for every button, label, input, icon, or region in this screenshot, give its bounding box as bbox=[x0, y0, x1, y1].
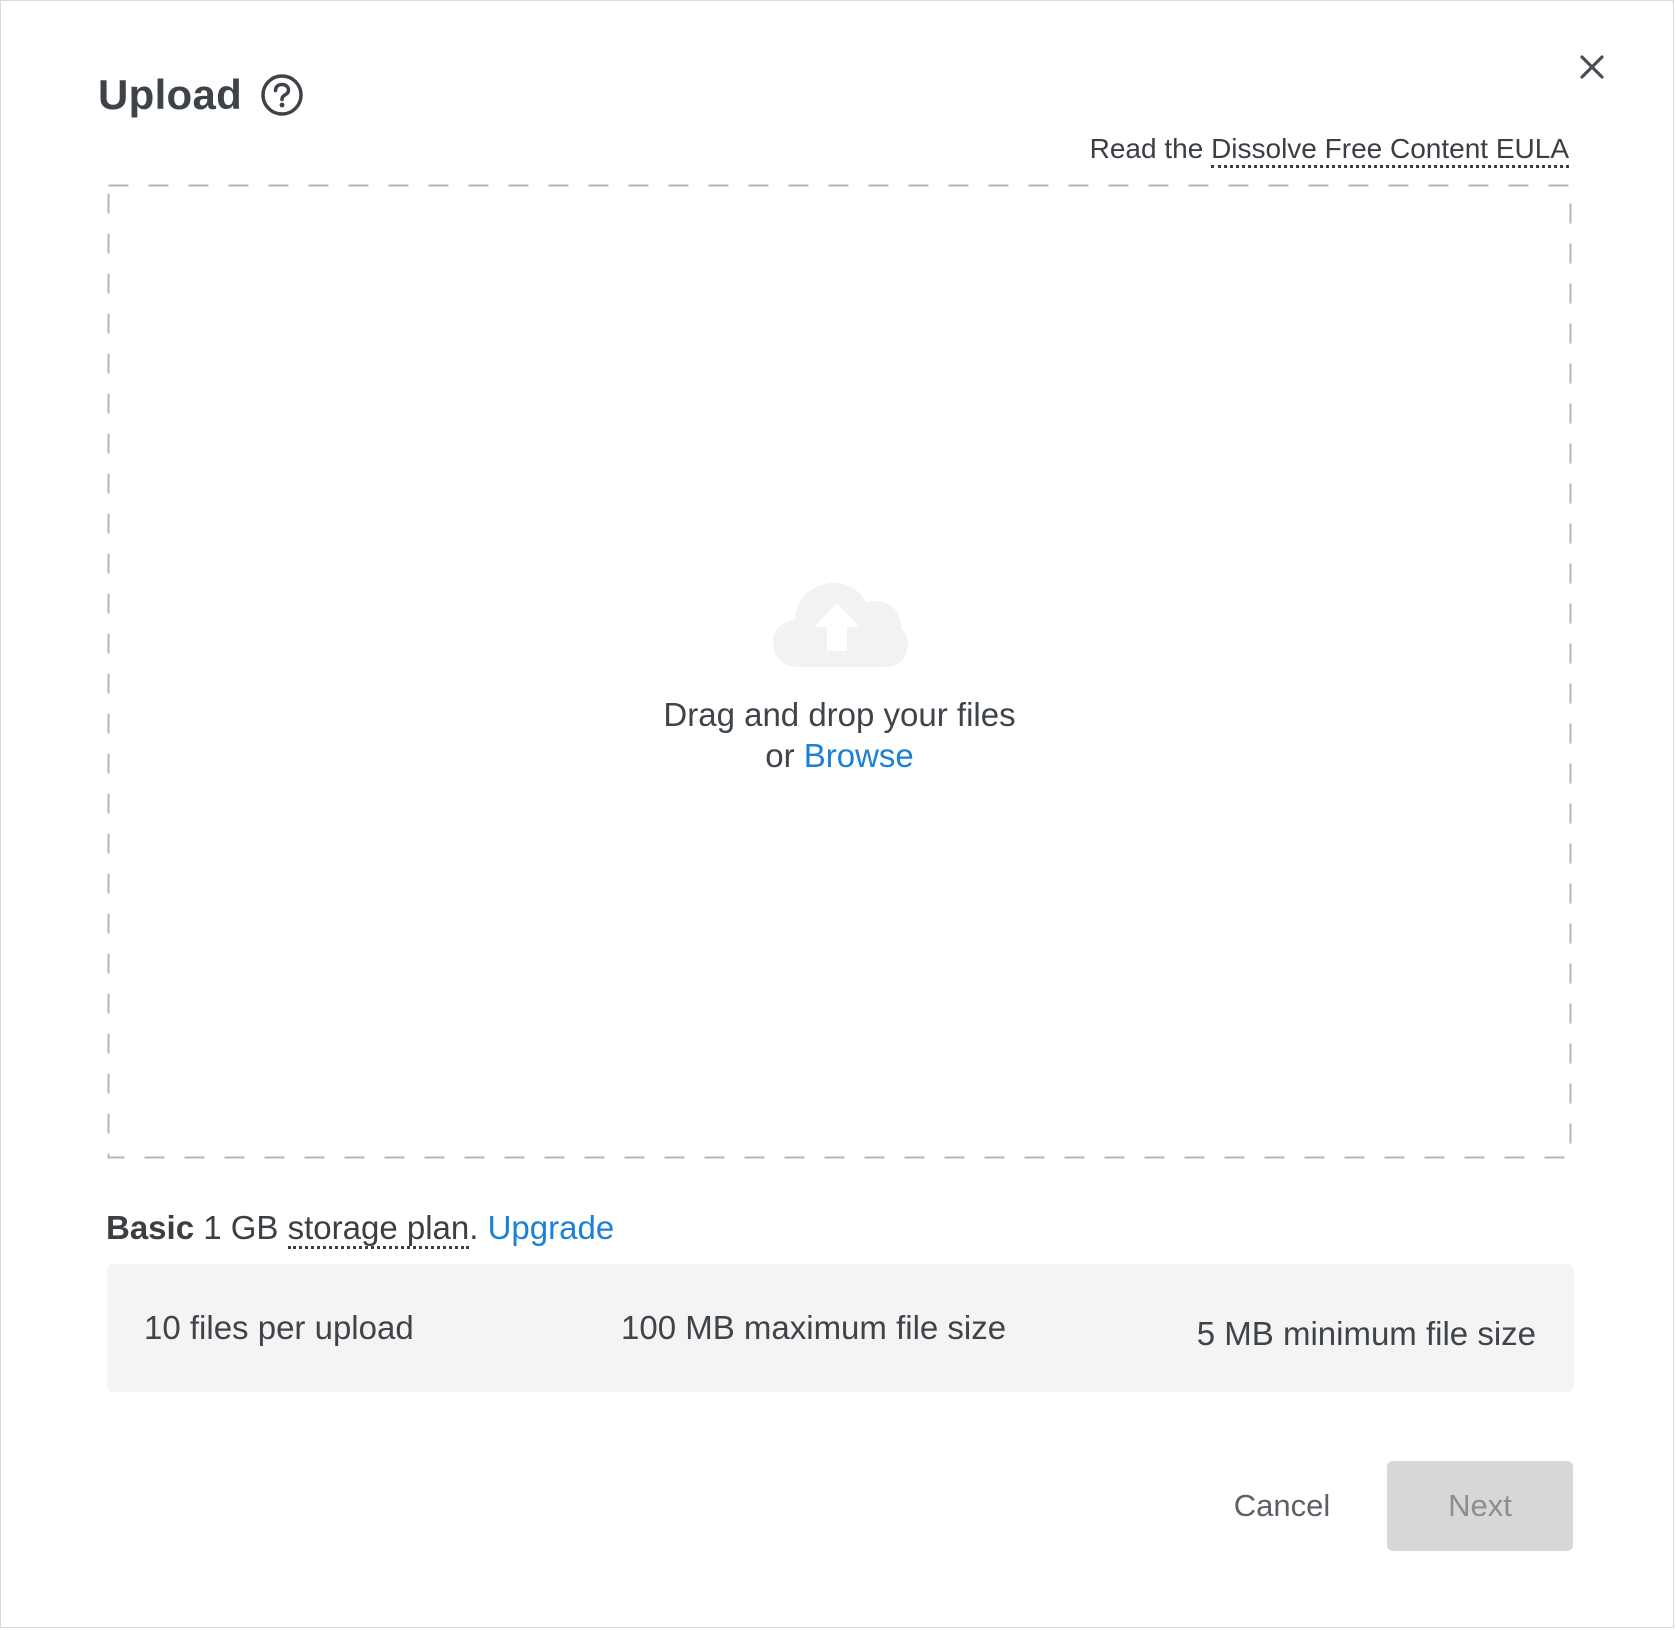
plan-period: . bbox=[469, 1209, 488, 1246]
dropzone-instructions: Drag and drop your files or Browse bbox=[107, 694, 1572, 776]
dropzone-border bbox=[107, 184, 1572, 1159]
upload-limits: 10 files per upload 100 MB maximum file … bbox=[107, 1264, 1574, 1392]
limit-min-file-size: 5 MB minimum file size bbox=[1196, 1315, 1536, 1352]
eula-notice: Read the Dissolve Free Content EULA bbox=[1089, 133, 1569, 168]
limit-max-file-size: 100 MB maximum file size bbox=[621, 1309, 1007, 1346]
cloud-upload-icon bbox=[769, 569, 909, 669]
dropzone-line-1: Drag and drop your files bbox=[663, 696, 1016, 733]
storage-plan-info: Basic 1 GB storage plan. Upgrade bbox=[106, 1209, 615, 1249]
plan-name: Basic bbox=[106, 1209, 195, 1246]
limit-files-per-upload: 10 files per upload bbox=[144, 1309, 414, 1346]
dialog-header: Upload bbox=[98, 71, 304, 119]
eula-link[interactable]: Dissolve Free Content EULA bbox=[1211, 133, 1569, 168]
dropzone-or: or bbox=[765, 737, 804, 774]
eula-prefix: Read the bbox=[1089, 133, 1212, 164]
dropzone-line-2: or Browse bbox=[107, 735, 1572, 776]
cancel-button[interactable]: Cancel bbox=[1211, 1462, 1353, 1550]
file-dropzone[interactable]: Drag and drop your files or Browse bbox=[107, 184, 1572, 1159]
plan-size: 1 GB bbox=[194, 1209, 288, 1246]
upload-dialog: Upload Read the Dissolve Free Content EU… bbox=[0, 0, 1674, 1628]
browse-link[interactable]: Browse bbox=[804, 737, 914, 774]
close-icon[interactable] bbox=[1574, 49, 1610, 85]
dialog-title: Upload bbox=[98, 71, 243, 118]
upgrade-link[interactable]: Upgrade bbox=[488, 1209, 615, 1246]
question-circle-icon[interactable] bbox=[260, 73, 304, 117]
next-button[interactable]: Next bbox=[1387, 1461, 1573, 1551]
storage-plan-link[interactable]: storage plan bbox=[287, 1209, 470, 1249]
